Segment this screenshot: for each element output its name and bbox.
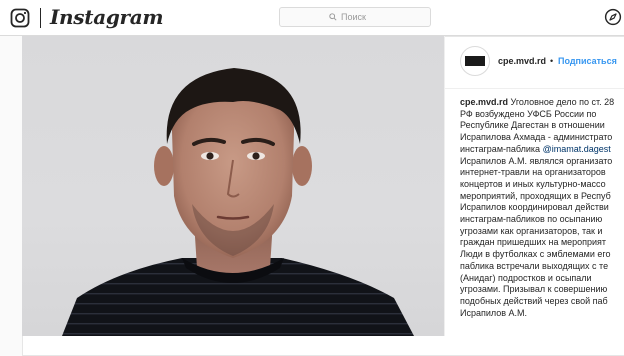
- compass-icon[interactable]: [604, 8, 622, 26]
- caption-line: паблика встречали выходящих с те: [460, 260, 609, 271]
- header-divider: [40, 8, 41, 28]
- caption-line: мероприятий, проходящих в Респуб: [460, 190, 611, 201]
- avatar[interactable]: [460, 46, 490, 76]
- caption-line: Республике Дагестан в отношении: [460, 120, 605, 131]
- top-nav-bar: Instagram: [0, 0, 624, 36]
- post-username[interactable]: cpe.mvd.rd: [498, 55, 546, 67]
- caption-line: инстаграм-пабликов по осыпанию: [460, 214, 603, 225]
- caption-line: Исрапилова Ахмада - администрато: [460, 132, 613, 143]
- instagram-camera-icon[interactable]: [10, 8, 30, 28]
- instagram-wordmark[interactable]: Instagram: [50, 5, 164, 29]
- caption-line: Исрапилов А.М.: [460, 307, 528, 318]
- avatar-logo-icon: [462, 48, 488, 74]
- portrait-image: [62, 68, 414, 336]
- caption-line: cpe.mvd.rd Уголовное дело по ст. 28: [460, 97, 624, 109]
- caption-line: концертов и иных культурно-массо: [460, 178, 606, 189]
- caption-line: угрозами как организаторов, так и: [460, 225, 603, 236]
- caption-text: инстаграм-паблика: [460, 143, 543, 154]
- panel-divider: [444, 36, 445, 336]
- caption-mention-link[interactable]: @imamat.dagest: [543, 144, 611, 154]
- separator-dot: •: [550, 56, 554, 66]
- caption-line: интернет-травли на организаторов: [460, 167, 606, 178]
- follow-button[interactable]: Подписаться: [558, 55, 617, 67]
- caption-line: Люди в футболках с эмблемами его: [460, 249, 611, 260]
- caption-line: Исрапилов А.М. являлся организато: [460, 155, 613, 166]
- search-box[interactable]: [279, 7, 431, 27]
- search-icon: [329, 13, 337, 21]
- post-photo[interactable]: [22, 36, 444, 336]
- caption-line: инстаграм-паблика @imamat.dagest: [460, 144, 624, 156]
- caption-line: угрозами. Призывал к совершению: [460, 284, 608, 295]
- post-caption: cpe.mvd.rd Уголовное дело по ст. 28 РФ в…: [460, 97, 624, 319]
- search-input[interactable]: [341, 12, 381, 22]
- header-divider-line: [445, 88, 624, 89]
- caption-line: подобных действий через свой паб: [460, 295, 608, 306]
- caption-line: Исрапилов координировал действи: [460, 202, 609, 213]
- caption-username[interactable]: cpe.mvd.rd: [460, 97, 508, 107]
- caption-text: Уголовное дело по ст. 28: [508, 97, 615, 107]
- caption-line: граждан пришедших на мероприят: [460, 237, 607, 248]
- caption-line: РФ возбуждено УФСБ России по: [460, 108, 597, 119]
- caption-line: (Анидаг) подростков и осыпали: [460, 272, 592, 283]
